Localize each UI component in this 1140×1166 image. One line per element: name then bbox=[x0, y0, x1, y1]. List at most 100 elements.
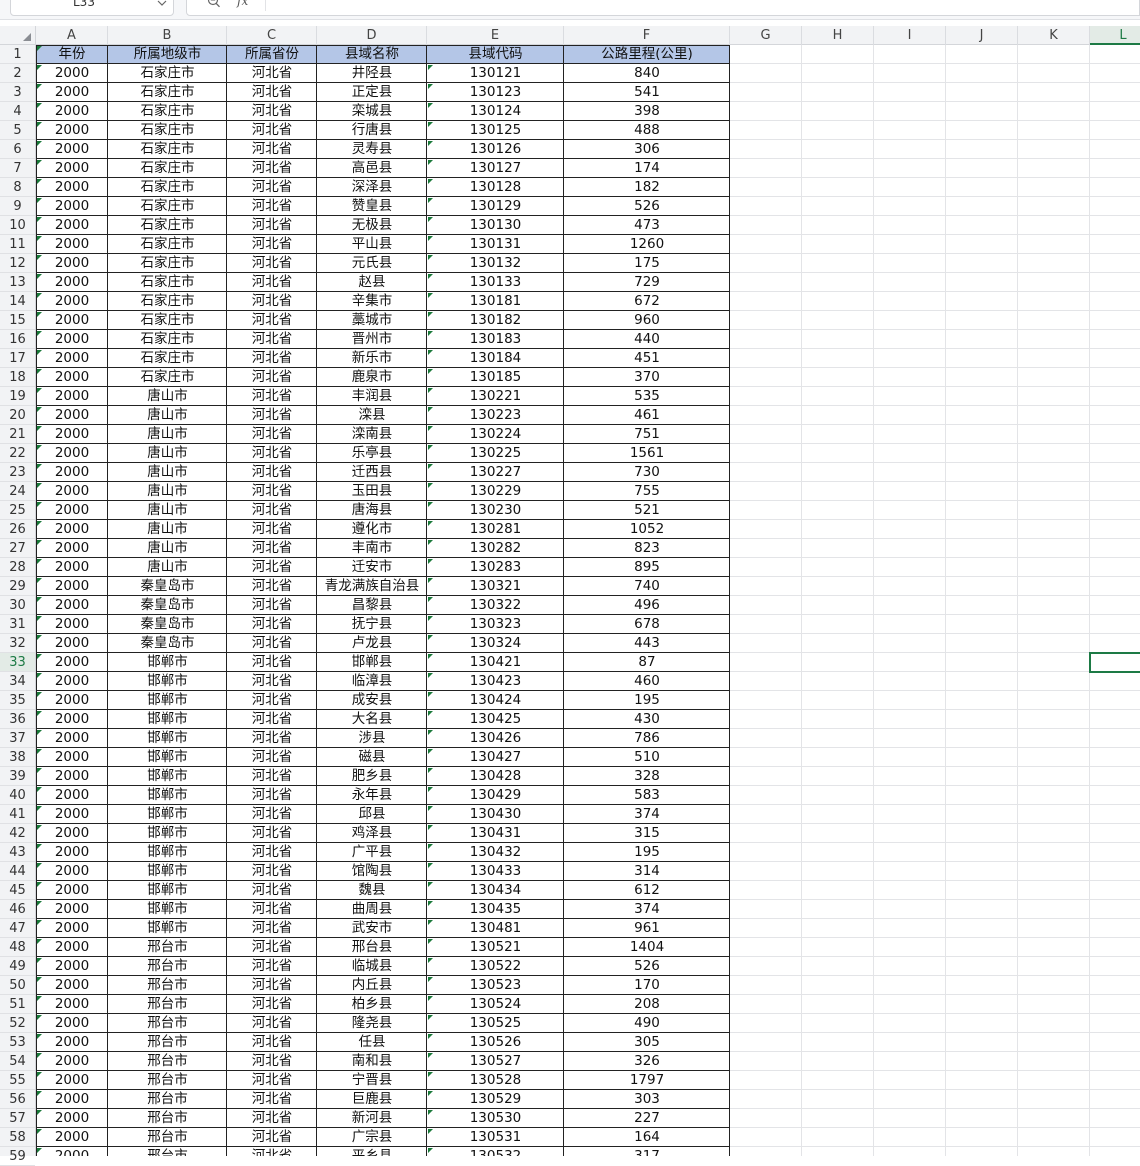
fx-icon[interactable]: fx bbox=[237, 0, 248, 8]
cell-year[interactable]: 2000 bbox=[36, 767, 108, 786]
row-header[interactable]: 46 bbox=[0, 900, 35, 919]
cell-road-mileage[interactable]: 208 bbox=[564, 995, 730, 1014]
cell-province[interactable]: 河北省 bbox=[227, 843, 317, 862]
cell-county-code[interactable]: 130522 bbox=[427, 957, 564, 976]
cell-county-name[interactable]: 无极县 bbox=[317, 216, 427, 235]
cell-province[interactable]: 河北省 bbox=[227, 1071, 317, 1090]
cell-year[interactable]: 2000 bbox=[36, 311, 108, 330]
cell-county-name[interactable]: 高邑县 bbox=[317, 159, 427, 178]
cell-county-name[interactable]: 灵寿县 bbox=[317, 140, 427, 159]
cell-year[interactable]: 2000 bbox=[36, 121, 108, 140]
cell-county-code[interactable]: 130323 bbox=[427, 615, 564, 634]
cell-city[interactable]: 邯郸市 bbox=[108, 862, 227, 881]
cell-road-mileage[interactable]: 174 bbox=[564, 159, 730, 178]
cell-year[interactable]: 2000 bbox=[36, 330, 108, 349]
cell-province[interactable]: 河北省 bbox=[227, 1128, 317, 1147]
cell-county-name[interactable]: 遵化市 bbox=[317, 520, 427, 539]
row-header[interactable]: 44 bbox=[0, 862, 35, 881]
cell-province[interactable]: 河北省 bbox=[227, 672, 317, 691]
cell-county-code[interactable]: 130283 bbox=[427, 558, 564, 577]
cell-county-name[interactable]: 元氏县 bbox=[317, 254, 427, 273]
cell-province[interactable]: 河北省 bbox=[227, 482, 317, 501]
cell-county-code[interactable]: 130184 bbox=[427, 349, 564, 368]
cell-county-name[interactable]: 赞皇县 bbox=[317, 197, 427, 216]
cell-road-mileage[interactable]: 678 bbox=[564, 615, 730, 634]
row-header[interactable]: 47 bbox=[0, 919, 35, 938]
cell-county-code[interactable]: 130181 bbox=[427, 292, 564, 311]
cell-road-mileage[interactable]: 473 bbox=[564, 216, 730, 235]
cell-province[interactable]: 河北省 bbox=[227, 349, 317, 368]
cell-city[interactable]: 石家庄市 bbox=[108, 197, 227, 216]
cell-county-code[interactable]: 130524 bbox=[427, 995, 564, 1014]
cell-city[interactable]: 秦皇岛市 bbox=[108, 577, 227, 596]
cell-county-name[interactable]: 迁安市 bbox=[317, 558, 427, 577]
cell-year[interactable]: 2000 bbox=[36, 444, 108, 463]
row-header[interactable]: 14 bbox=[0, 292, 35, 311]
cell-county-code[interactable]: 130434 bbox=[427, 881, 564, 900]
cell-county-name[interactable]: 卢龙县 bbox=[317, 634, 427, 653]
row-header[interactable]: 3 bbox=[0, 83, 35, 102]
row-header[interactable]: 58 bbox=[0, 1128, 35, 1147]
cell-year[interactable]: 2000 bbox=[36, 1052, 108, 1071]
row-header[interactable]: 55 bbox=[0, 1071, 35, 1090]
cell-city[interactable]: 石家庄市 bbox=[108, 216, 227, 235]
cell-road-mileage[interactable]: 326 bbox=[564, 1052, 730, 1071]
column-header-d[interactable]: D bbox=[317, 26, 427, 45]
cell-city[interactable]: 石家庄市 bbox=[108, 273, 227, 292]
cell-county-name[interactable]: 隆尧县 bbox=[317, 1014, 427, 1033]
cell-road-mileage[interactable]: 1052 bbox=[564, 520, 730, 539]
row-header[interactable]: 49 bbox=[0, 957, 35, 976]
column-header-c[interactable]: C bbox=[227, 26, 317, 45]
cell-county-name[interactable]: 深泽县 bbox=[317, 178, 427, 197]
cell-province[interactable]: 河北省 bbox=[227, 520, 317, 539]
cell-road-mileage[interactable]: 317 bbox=[564, 1147, 730, 1156]
cell-county-code[interactable]: 130529 bbox=[427, 1090, 564, 1109]
cell-road-mileage[interactable]: 306 bbox=[564, 140, 730, 159]
cell-county-code[interactable]: 130281 bbox=[427, 520, 564, 539]
cell-road-mileage[interactable]: 488 bbox=[564, 121, 730, 140]
cell-road-mileage[interactable]: 227 bbox=[564, 1109, 730, 1128]
row-header[interactable]: 40 bbox=[0, 786, 35, 805]
cell-county-name[interactable]: 玉田县 bbox=[317, 482, 427, 501]
cell-road-mileage[interactable]: 303 bbox=[564, 1090, 730, 1109]
cell-county-code[interactable]: 130526 bbox=[427, 1033, 564, 1052]
cell-road-mileage[interactable]: 461 bbox=[564, 406, 730, 425]
cell-road-mileage[interactable]: 451 bbox=[564, 349, 730, 368]
cell-year[interactable]: 2000 bbox=[36, 995, 108, 1014]
cell-county-name[interactable]: 藁城市 bbox=[317, 311, 427, 330]
cell-county-name[interactable]: 青龙满族自治县 bbox=[317, 577, 427, 596]
cell-year[interactable]: 2000 bbox=[36, 672, 108, 691]
cell-county-name[interactable]: 柏乡县 bbox=[317, 995, 427, 1014]
row-header[interactable]: 9 bbox=[0, 197, 35, 216]
cell-county-code[interactable]: 130426 bbox=[427, 729, 564, 748]
cell-county-name[interactable]: 肥乡县 bbox=[317, 767, 427, 786]
row-header[interactable]: 13 bbox=[0, 273, 35, 292]
cell-province[interactable]: 河北省 bbox=[227, 1052, 317, 1071]
row-header[interactable]: 37 bbox=[0, 729, 35, 748]
cell-province[interactable]: 河北省 bbox=[227, 425, 317, 444]
cell-county-name[interactable]: 新河县 bbox=[317, 1109, 427, 1128]
formula-input[interactable]: fx bbox=[186, 0, 1140, 16]
row-header[interactable]: 11 bbox=[0, 235, 35, 254]
cell-city[interactable]: 邯郸市 bbox=[108, 653, 227, 672]
row-header[interactable]: 53 bbox=[0, 1033, 35, 1052]
cell-county-name[interactable]: 内丘县 bbox=[317, 976, 427, 995]
cell-county-code[interactable]: 130132 bbox=[427, 254, 564, 273]
cell-year[interactable]: 2000 bbox=[36, 1090, 108, 1109]
cell-year[interactable]: 2000 bbox=[36, 254, 108, 273]
cell-province[interactable]: 河北省 bbox=[227, 406, 317, 425]
column-header-a[interactable]: A bbox=[36, 26, 108, 45]
cell-county-name[interactable]: 魏县 bbox=[317, 881, 427, 900]
cell-province[interactable]: 河北省 bbox=[227, 444, 317, 463]
cell-city[interactable]: 石家庄市 bbox=[108, 311, 227, 330]
cell-year[interactable]: 2000 bbox=[36, 691, 108, 710]
cell-county-code[interactable]: 130123 bbox=[427, 83, 564, 102]
cell-road-mileage[interactable]: 526 bbox=[564, 957, 730, 976]
cell-province[interactable]: 河北省 bbox=[227, 881, 317, 900]
cell-city[interactable]: 唐山市 bbox=[108, 406, 227, 425]
row-header[interactable]: 45 bbox=[0, 881, 35, 900]
row-header[interactable]: 18 bbox=[0, 368, 35, 387]
cell-road-mileage[interactable]: 1260 bbox=[564, 235, 730, 254]
row-header[interactable]: 4 bbox=[0, 102, 35, 121]
cell-county-code[interactable]: 130433 bbox=[427, 862, 564, 881]
